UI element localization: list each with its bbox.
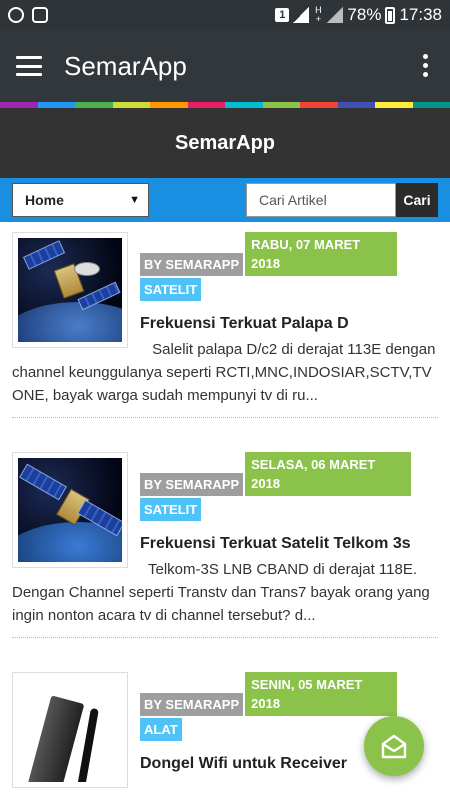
stripe-segment — [262, 102, 300, 108]
envelope-open-icon — [381, 734, 407, 759]
author-badge[interactable]: BY SEMARAPP — [140, 473, 244, 496]
post-item: BY SEMARAPP SELASA, 06 MARET 2018 SATELI… — [12, 418, 438, 638]
post-title[interactable]: Frekuensi Terkuat Palapa D — [140, 315, 438, 333]
app-title: SemarApp — [64, 50, 187, 81]
sim-indicator: 1 — [275, 8, 290, 22]
app-bar: SemarApp — [0, 30, 450, 102]
category-badge[interactable]: SATELIT — [140, 498, 202, 521]
stripe-segment — [75, 102, 113, 108]
category-badge[interactable]: SATELIT — [140, 278, 202, 301]
signal-icon — [293, 7, 310, 23]
battery-icon — [385, 6, 396, 24]
stripe-segment — [112, 102, 150, 108]
post-item: BY SEMARAPP RABU, 07 MARET 2018 SATELIT … — [12, 222, 438, 418]
author-badge[interactable]: BY SEMARAPP — [140, 693, 244, 716]
search-button[interactable]: Cari — [396, 183, 438, 217]
stripe-segment — [300, 102, 338, 108]
category-badge[interactable]: ALAT — [140, 718, 182, 741]
site-title: SemarApp — [174, 131, 276, 154]
dropdown-arrow-icon: ▼ — [129, 194, 140, 206]
status-bar: 1 H + 78% 17:38 — [0, 0, 450, 30]
wifi-dongle-image — [18, 678, 122, 782]
satellite-image — [18, 238, 122, 342]
post-excerpt: Telkom-3S LNB CBAND di derajat 118E. Den… — [12, 561, 430, 624]
stripe-segment — [37, 102, 75, 108]
search-form: Cari — [246, 183, 438, 217]
post-excerpt: Salelit palapa D/c2 di derajat 113E deng… — [12, 341, 436, 404]
stripe-segment — [187, 102, 225, 108]
whatsapp-icon — [8, 7, 24, 23]
date-badge: SELASA, 06 MARET 2018 — [245, 452, 412, 496]
battery-percent: 78% — [347, 5, 382, 24]
subscribe-fab[interactable] — [364, 716, 424, 776]
stripe-segment — [337, 102, 375, 108]
clock: 17:38 — [399, 5, 442, 24]
stripe-segment — [225, 102, 263, 108]
date-badge: SENIN, 05 MARET 2018 — [245, 672, 398, 716]
stripe-segment — [412, 102, 450, 108]
post-thumbnail[interactable] — [12, 452, 128, 568]
network-type-icon: H + — [315, 5, 322, 24]
stripe-segment — [0, 102, 38, 108]
date-badge: RABU, 07 MARET 2018 — [245, 232, 398, 276]
color-stripe — [0, 102, 450, 108]
search-input[interactable] — [246, 183, 396, 217]
author-badge[interactable]: BY SEMARAPP — [140, 253, 244, 276]
post-item: BY SEMARAPP SENIN, 05 MARET 2018 ALAT Do… — [12, 638, 438, 798]
post-list: BY SEMARAPP RABU, 07 MARET 2018 SATELIT … — [0, 222, 450, 798]
post-thumbnail[interactable] — [12, 672, 128, 788]
status-right: 1 H + 78% 17:38 — [275, 5, 442, 25]
post-thumbnail[interactable] — [12, 232, 128, 348]
satellite-image — [18, 458, 122, 562]
stripe-segment — [375, 102, 413, 108]
nav-bar: Home ▼ Cari — [0, 178, 450, 222]
stripe-segment — [150, 102, 188, 108]
overflow-menu-icon[interactable] — [423, 54, 428, 77]
status-left — [8, 7, 48, 23]
post-title[interactable]: Frekuensi Terkuat Satelit Telkom 3s — [140, 535, 438, 553]
image-icon — [32, 7, 48, 23]
page-select[interactable]: Home ▼ — [12, 183, 149, 217]
site-header: SemarApp — [0, 108, 450, 178]
menu-icon[interactable] — [16, 56, 42, 76]
page-select-value: Home — [25, 192, 64, 208]
signal-2-icon — [327, 7, 344, 23]
